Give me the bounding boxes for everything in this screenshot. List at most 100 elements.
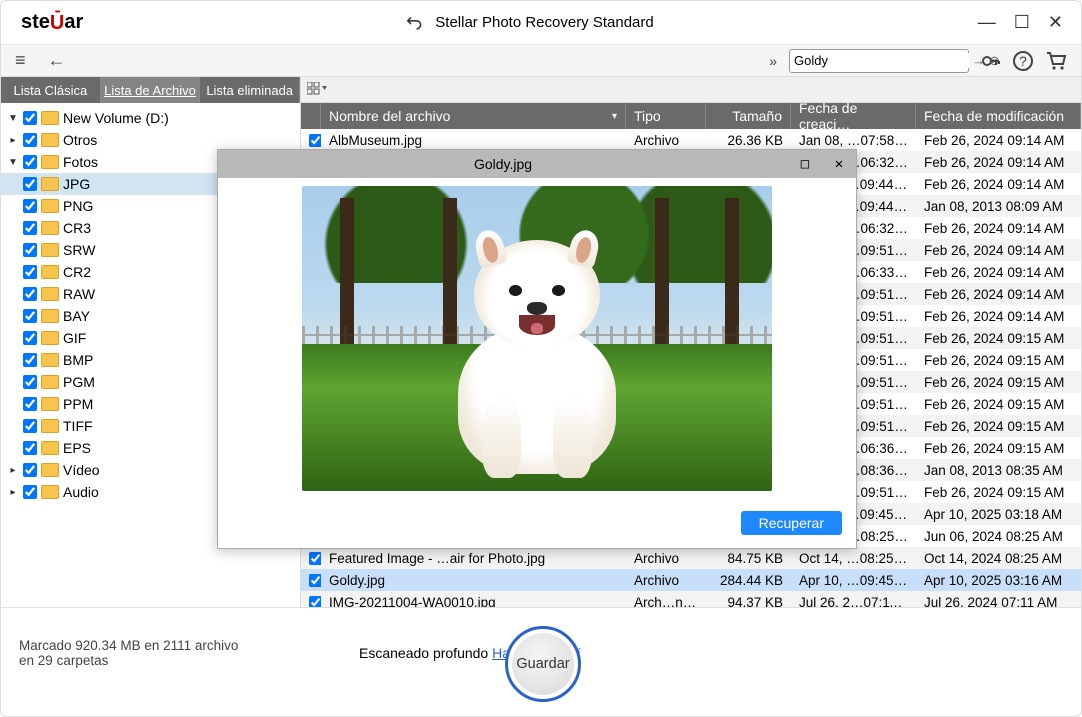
tree-label: BAY bbox=[63, 308, 90, 324]
save-button[interactable]: Guardar bbox=[505, 626, 581, 702]
preview-maximize-icon[interactable]: □ bbox=[788, 156, 822, 172]
tree-checkbox[interactable] bbox=[23, 441, 37, 455]
col-size[interactable]: Tamaño bbox=[706, 103, 791, 129]
footer-bar: Marcado 920.34 MB en 2111 archivo en 29 … bbox=[1, 607, 1081, 697]
col-created[interactable]: Fecha de creaci… bbox=[791, 103, 916, 129]
close-button[interactable]: ✕ bbox=[1048, 12, 1063, 33]
tree-checkbox[interactable] bbox=[23, 419, 37, 433]
undo-icon[interactable] bbox=[407, 16, 425, 30]
file-modified: Feb 26, 2024 09:15 AM bbox=[916, 353, 1081, 368]
preview-close-icon[interactable]: ✕ bbox=[822, 156, 856, 172]
file-type: Archivo bbox=[626, 133, 706, 148]
tab-classic[interactable]: Lista Clásica bbox=[1, 77, 101, 103]
tree-checkbox[interactable] bbox=[23, 353, 37, 367]
file-name: IMG-20211004-WA0010.jpg bbox=[321, 595, 626, 608]
tree-label: PNG bbox=[63, 198, 93, 214]
file-modified: Feb 26, 2024 09:14 AM bbox=[916, 221, 1081, 236]
file-modified: Oct 14, 2024 08:25 AM bbox=[916, 551, 1081, 566]
minimize-button[interactable]: — bbox=[978, 12, 996, 33]
tree-checkbox[interactable] bbox=[23, 331, 37, 345]
file-modified: Feb 26, 2024 09:14 AM bbox=[916, 243, 1081, 258]
tree-label: JPG bbox=[63, 176, 90, 192]
tree-checkbox[interactable] bbox=[23, 287, 37, 301]
tree-node[interactable]: ▼New Volume (D:) bbox=[1, 107, 300, 129]
file-type: Arch…nado bbox=[626, 595, 706, 608]
file-modified: Feb 26, 2024 09:15 AM bbox=[916, 485, 1081, 500]
key-icon[interactable] bbox=[975, 49, 1007, 73]
tree-checkbox[interactable] bbox=[23, 155, 37, 169]
tree-checkbox[interactable] bbox=[23, 375, 37, 389]
app-logo: steUar bbox=[11, 11, 83, 34]
tree-checkbox[interactable] bbox=[23, 133, 37, 147]
folder-icon bbox=[41, 397, 59, 411]
tree-label: CR2 bbox=[63, 264, 91, 280]
selection-status: Marcado 920.34 MB en 2111 archivo en 29 … bbox=[19, 638, 299, 668]
file-modified: Apr 10, 2025 03:16 AM bbox=[916, 573, 1081, 588]
tree-checkbox[interactable] bbox=[23, 485, 37, 499]
folder-icon bbox=[41, 287, 59, 301]
folder-icon bbox=[41, 265, 59, 279]
file-size: 284.44 KB bbox=[706, 573, 791, 588]
folder-icon bbox=[41, 331, 59, 345]
file-modified: Feb 26, 2024 09:15 AM bbox=[916, 397, 1081, 412]
table-row[interactable]: IMG-20211004-WA0010.jpgArch…nado94.37 KB… bbox=[301, 591, 1081, 607]
folder-icon bbox=[41, 111, 59, 125]
file-created: Oct 14, …08:25 AM bbox=[791, 551, 916, 566]
main-toolbar: ≡ ← » → ⊗ ? bbox=[1, 45, 1081, 77]
col-type[interactable]: Tipo bbox=[626, 103, 706, 129]
row-checkbox[interactable] bbox=[309, 552, 321, 565]
tree-checkbox[interactable] bbox=[23, 309, 37, 323]
table-row[interactable]: AlbMuseum.jpgArchivo26.36 KBJan 08, …07:… bbox=[301, 129, 1081, 151]
file-modified: Feb 26, 2024 09:14 AM bbox=[916, 287, 1081, 302]
folder-icon bbox=[41, 155, 59, 169]
tree-label: PPM bbox=[63, 396, 93, 412]
tree-checkbox[interactable] bbox=[23, 265, 37, 279]
menu-icon[interactable]: ≡ bbox=[9, 48, 32, 73]
tree-label: GIF bbox=[63, 330, 86, 346]
tree-label: New Volume (D:) bbox=[63, 110, 169, 126]
col-modified[interactable]: Fecha de modificación bbox=[916, 103, 1081, 129]
file-modified: Feb 26, 2024 09:15 AM bbox=[916, 375, 1081, 390]
tree-checkbox[interactable] bbox=[23, 199, 37, 213]
folder-icon bbox=[41, 441, 59, 455]
file-size: 84.75 KB bbox=[706, 551, 791, 566]
folder-icon bbox=[41, 199, 59, 213]
folder-icon bbox=[41, 177, 59, 191]
cart-icon[interactable] bbox=[1039, 49, 1073, 73]
recover-button[interactable]: Recuperar bbox=[741, 511, 842, 535]
folder-icon bbox=[41, 485, 59, 499]
file-type: Archivo bbox=[626, 573, 706, 588]
back-icon[interactable]: ← bbox=[42, 48, 72, 73]
table-row[interactable]: Featured Image - …air for Photo.jpgArchi… bbox=[301, 547, 1081, 569]
folder-icon bbox=[41, 309, 59, 323]
grid-view-icon[interactable] bbox=[307, 82, 327, 98]
row-checkbox[interactable] bbox=[309, 134, 321, 147]
tree-label: Vídeo bbox=[63, 462, 100, 478]
search-input[interactable] bbox=[794, 53, 970, 68]
tab-file[interactable]: Lista de Archivo bbox=[101, 77, 201, 103]
maximize-button[interactable]: ☐ bbox=[1014, 12, 1030, 33]
file-created: Apr 10, …09:45 AM bbox=[791, 573, 916, 588]
tree-node[interactable]: ▸Otros bbox=[1, 129, 300, 151]
tree-checkbox[interactable] bbox=[23, 397, 37, 411]
tab-deleted[interactable]: Lista eliminada bbox=[200, 77, 300, 103]
row-checkbox[interactable] bbox=[309, 574, 321, 587]
tree-checkbox[interactable] bbox=[23, 221, 37, 235]
tree-checkbox[interactable] bbox=[23, 177, 37, 191]
file-modified: Feb 26, 2024 09:15 AM bbox=[916, 419, 1081, 434]
folder-icon bbox=[41, 419, 59, 433]
table-row[interactable]: Goldy.jpgArchivo284.44 KBApr 10, …09:45 … bbox=[301, 569, 1081, 591]
app-title: Stellar Photo Recovery Standard bbox=[435, 14, 653, 31]
search-box[interactable]: → ⊗ bbox=[789, 49, 969, 73]
help-icon[interactable]: ? bbox=[1013, 51, 1033, 71]
chevrons-icon[interactable]: » bbox=[763, 51, 783, 71]
col-name[interactable]: Nombre del archivo▾ bbox=[321, 103, 626, 129]
preview-image bbox=[302, 186, 772, 491]
tree-checkbox[interactable] bbox=[23, 243, 37, 257]
file-modified: Feb 26, 2024 09:14 AM bbox=[916, 155, 1081, 170]
file-name: AlbMuseum.jpg bbox=[321, 133, 626, 148]
file-created: Jul 26, 2…07:11 AM bbox=[791, 595, 916, 608]
row-checkbox[interactable] bbox=[309, 596, 321, 608]
tree-checkbox[interactable] bbox=[23, 111, 37, 125]
tree-checkbox[interactable] bbox=[23, 463, 37, 477]
